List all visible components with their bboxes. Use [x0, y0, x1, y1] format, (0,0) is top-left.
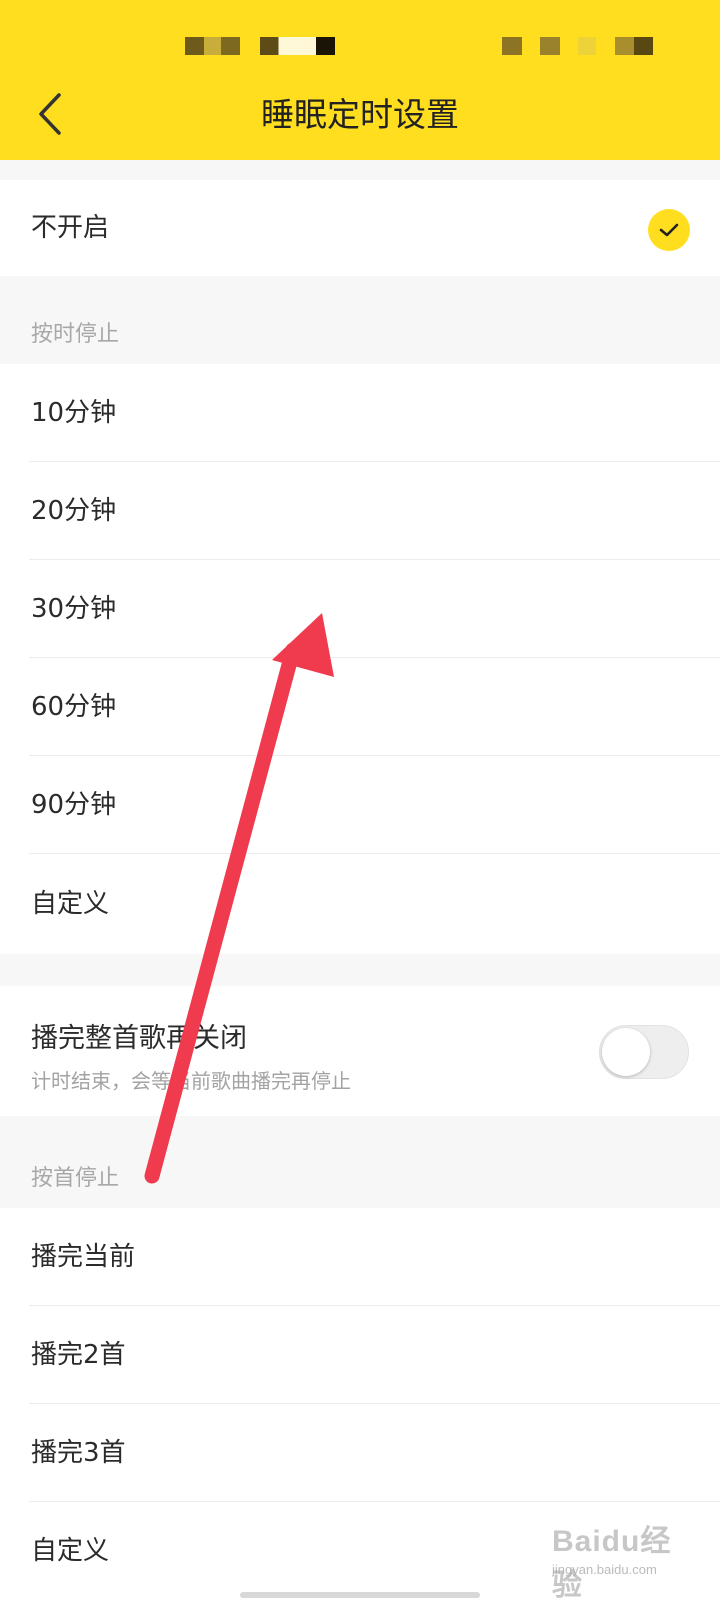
status-bar: [0, 0, 720, 80]
option-label: 30分钟: [31, 594, 117, 624]
section-header-by-song: 按首停止: [0, 1116, 720, 1208]
page-title: 睡眠定时设置: [261, 95, 459, 134]
option-off[interactable]: 不开启: [0, 180, 720, 276]
option-90min[interactable]: 90分钟: [0, 756, 720, 854]
finish-song-toggle[interactable]: [599, 1025, 689, 1079]
option-label: 播完3首: [31, 1438, 126, 1468]
option-30min[interactable]: 30分钟: [0, 560, 720, 658]
option-20min[interactable]: 20分钟: [0, 462, 720, 560]
option-label: 60分钟: [31, 692, 117, 722]
home-indicator[interactable]: [240, 1592, 480, 1598]
option-custom-time[interactable]: 自定义: [0, 854, 720, 954]
option-label: 90分钟: [31, 790, 117, 820]
toggle-knob: [602, 1028, 650, 1076]
finish-song-subtitle: 计时结束，会等当前歌曲播完再停止: [31, 1069, 351, 1093]
finish-song-setting: 播完整首歌再关闭 计时结束，会等当前歌曲播完再停止: [0, 986, 720, 1116]
check-icon: [659, 223, 679, 237]
title-bar: 睡眠定时设置: [0, 0, 720, 160]
option-label: 20分钟: [31, 496, 117, 526]
baidu-watermark: Baidu经验 jingyan.baidu.com: [552, 1516, 702, 1600]
finish-song-title: 播完整首歌再关闭: [31, 1023, 247, 1054]
option-label: 自定义: [31, 889, 110, 919]
status-bar-time: [185, 37, 240, 55]
network-icon: [578, 37, 596, 55]
section-header-by-song-label: 按首停止: [31, 1166, 120, 1191]
watermark-brand: Baidu经验: [552, 1525, 672, 1600]
option-finish-3[interactable]: 播完3首: [0, 1404, 720, 1502]
option-label: 10分钟: [31, 398, 117, 428]
status-bar-info: [260, 37, 335, 55]
battery-icon: [615, 37, 653, 55]
option-label: 播完2首: [31, 1340, 126, 1370]
selected-check-badge: [648, 209, 690, 251]
option-label: 自定义: [31, 1536, 110, 1566]
option-off-label: 不开启: [31, 213, 110, 243]
wifi-icon: [540, 37, 560, 55]
option-10min[interactable]: 10分钟: [0, 364, 720, 462]
option-label: 播完当前: [31, 1242, 136, 1272]
section-header-by-time-label: 按时停止: [31, 322, 120, 347]
option-finish-current[interactable]: 播完当前: [0, 1208, 720, 1306]
option-finish-2[interactable]: 播完2首: [0, 1306, 720, 1404]
signal-icon: [502, 37, 522, 55]
section-header-by-time: 按时停止: [0, 276, 720, 364]
watermark-site: jingyan.baidu.com: [552, 1562, 657, 1577]
option-60min[interactable]: 60分钟: [0, 658, 720, 756]
